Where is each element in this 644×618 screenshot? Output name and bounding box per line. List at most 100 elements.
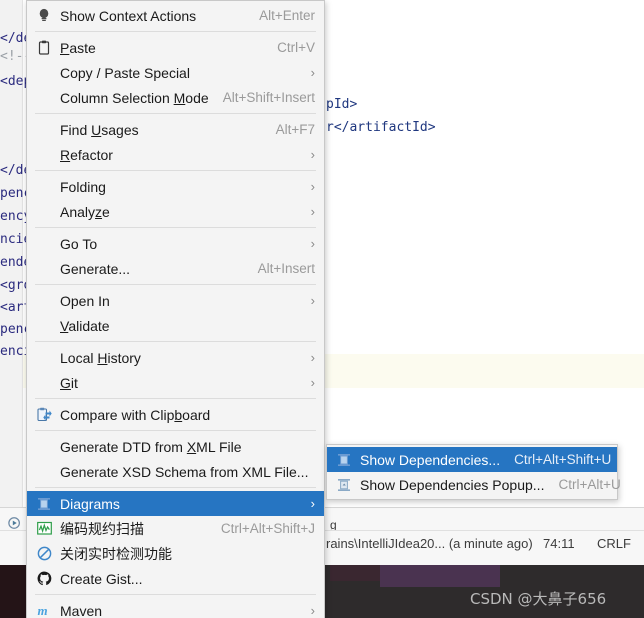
no-icon-spacer	[33, 261, 55, 277]
no-icon-spacer	[33, 318, 55, 334]
context-menu-item-validate[interactable]: Validate	[27, 313, 324, 338]
context-menu-item-label: Find Usages	[60, 121, 139, 138]
chevron-right-icon: ›	[310, 65, 315, 80]
submenu-item-label: Show Dependencies Popup...	[360, 476, 545, 493]
no-icon-spacer	[33, 439, 55, 455]
context-menu-item-label: 关闭实时检测功能	[60, 545, 172, 562]
submenu-item-shortcut: Ctrl+Alt+Shift+U	[514, 452, 612, 467]
chevron-right-icon: ›	[310, 293, 315, 308]
context-menu-item-find-usages[interactable]: Find Usages Alt+F7	[27, 117, 324, 142]
submenu-item-label: Show Dependencies...	[360, 451, 501, 468]
dark-strip-blob	[380, 565, 500, 587]
diagram-popup-icon	[333, 477, 355, 493]
context-menu-item-column-selection-mode[interactable]: Column Selection Mode Alt+Shift+Insert	[27, 85, 324, 110]
watermark: CSDN @大鼻子656	[470, 590, 607, 608]
run-icon[interactable]	[8, 516, 22, 530]
context-menu-item-paste[interactable]: Paste Ctrl+V	[27, 35, 324, 60]
context-menu-item-label: Compare with Clipboard	[60, 406, 211, 423]
no-icon-spacer	[33, 464, 55, 480]
context-menu[interactable]: Show Context Actions Alt+Enter Paste Ctrl+V…	[26, 0, 325, 618]
menu-separator	[35, 31, 316, 32]
context-menu-item-label: Copy / Paste Special	[60, 64, 190, 81]
no-icon-spacer	[33, 122, 55, 138]
context-menu-item-generate-dtd-from-xml-file[interactable]: Generate DTD from XML File	[27, 434, 324, 459]
no-icon-spacer	[33, 147, 55, 163]
svg-text:m: m	[37, 603, 47, 618]
submenu-item-show-dependencies-popup[interactable]: Show Dependencies Popup... Ctrl+Alt+U	[327, 472, 621, 497]
context-menu-item-label: Analyze	[60, 203, 110, 220]
chevron-right-icon: ›	[310, 375, 315, 390]
context-menu-item-label: Create Gist...	[60, 570, 143, 587]
no-icon-spacer	[33, 236, 55, 252]
chevron-right-icon: ›	[310, 204, 315, 219]
no-icon-spacer	[33, 90, 55, 106]
context-menu-item-label: Diagrams	[60, 495, 120, 512]
context-menu-item-maven[interactable]: m Maven ›	[27, 598, 324, 618]
context-menu-item-show-context-actions[interactable]: Show Context Actions Alt+Enter	[27, 3, 324, 28]
diagrams-submenu[interactable]: Show Dependencies... Ctrl+Alt+Shift+U Show…	[326, 444, 621, 500]
compare-clipboard-icon	[33, 407, 55, 423]
menu-separator	[35, 113, 316, 114]
context-menu-item-generate-xsd-schema-from-xml-file[interactable]: Generate XSD Schema from XML File...	[27, 459, 324, 484]
lightbulb-icon	[33, 8, 55, 24]
context-menu-item-go-to[interactable]: Go To ›	[27, 231, 324, 256]
context-menu-item-generate[interactable]: Generate... Alt+Insert	[27, 256, 324, 281]
context-menu-item-label: Refactor	[60, 146, 113, 163]
context-menu-item-shortcut: Alt+Enter	[259, 8, 315, 23]
context-menu-item-analyze[interactable]: Analyze ›	[27, 199, 324, 224]
status-bar-line-ending[interactable]: CRLF	[597, 536, 631, 551]
diagram-icon	[333, 452, 355, 468]
context-menu-item-shortcut: Alt+F7	[275, 122, 315, 137]
no-icon-spacer	[33, 179, 55, 195]
screenshot-root: </de <!-- <dep </de penc ency ncie ende …	[0, 0, 644, 618]
context-menu-item-copy-paste-special[interactable]: Copy / Paste Special ›	[27, 60, 324, 85]
submenu-item-shortcut: Ctrl+Alt+U	[558, 477, 621, 492]
context-menu-item-label: Maven	[60, 602, 103, 618]
context-menu-item-label: 编码规约扫描	[60, 520, 144, 537]
context-menu-item-关闭实时检测功能[interactable]: 关闭实时检测功能	[27, 541, 324, 566]
context-menu-item-shortcut: Ctrl+Alt+Shift+J	[220, 521, 315, 536]
context-menu-item-label: Show Context Actions	[60, 7, 197, 24]
context-menu-item-label: Go To	[60, 235, 98, 252]
context-menu-item-shortcut: Alt+Shift+Insert	[222, 90, 315, 105]
menu-separator	[35, 284, 316, 285]
context-menu-item-shortcut: Ctrl+V	[277, 40, 315, 55]
context-menu-item-编码规约扫描[interactable]: 编码规约扫描 Ctrl+Alt+Shift+J	[27, 516, 324, 541]
menu-separator	[35, 170, 316, 171]
no-icon-spacer	[33, 375, 55, 391]
no-icon-spacer	[33, 204, 55, 220]
submenu-item-show-dependencies[interactable]: Show Dependencies... Ctrl+Alt+Shift+U	[327, 447, 617, 472]
no-icon-spacer	[33, 293, 55, 309]
context-menu-item-label: Validate	[60, 317, 110, 334]
no-icon-spacer	[33, 65, 55, 81]
chevron-right-icon: ›	[310, 236, 315, 251]
context-menu-item-compare-with-clipboard[interactable]: Compare with Clipboard	[27, 402, 324, 427]
context-menu-item-local-history[interactable]: Local History ›	[27, 345, 324, 370]
diagram-icon	[33, 496, 55, 512]
context-menu-item-label: Paste	[60, 39, 96, 56]
menu-separator	[35, 227, 316, 228]
context-menu-item-shortcut: Alt+Insert	[257, 261, 315, 276]
waveform-icon	[33, 521, 55, 537]
status-bar-path[interactable]: rains\IntelliJIdea20... (a minute ago)	[326, 536, 533, 551]
context-menu-item-label: Git	[60, 374, 78, 391]
menu-separator	[35, 430, 316, 431]
context-menu-item-label: Generate DTD from XML File	[60, 438, 242, 455]
status-bar-caret-position[interactable]: 74:11	[543, 536, 575, 551]
context-menu-item-label: Generate XSD Schema from XML File...	[60, 463, 309, 480]
context-menu-item-label: Column Selection Mode	[60, 89, 209, 106]
code-fragment: r</artifactId>	[326, 120, 436, 135]
menu-separator	[35, 487, 316, 488]
menu-separator	[35, 594, 316, 595]
context-menu-item-refactor[interactable]: Refactor ›	[27, 142, 324, 167]
clipboard-icon	[33, 40, 55, 56]
github-icon	[33, 571, 55, 587]
context-menu-item-create-gist[interactable]: Create Gist...	[27, 566, 324, 591]
chevron-right-icon: ›	[310, 350, 315, 365]
context-menu-item-folding[interactable]: Folding ›	[27, 174, 324, 199]
context-menu-item-git[interactable]: Git ›	[27, 370, 324, 395]
code-fragment: pId>	[326, 97, 358, 112]
context-menu-item-diagrams[interactable]: Diagrams ›	[27, 491, 324, 516]
context-menu-item-label: Folding	[60, 178, 106, 195]
context-menu-item-open-in[interactable]: Open In ›	[27, 288, 324, 313]
